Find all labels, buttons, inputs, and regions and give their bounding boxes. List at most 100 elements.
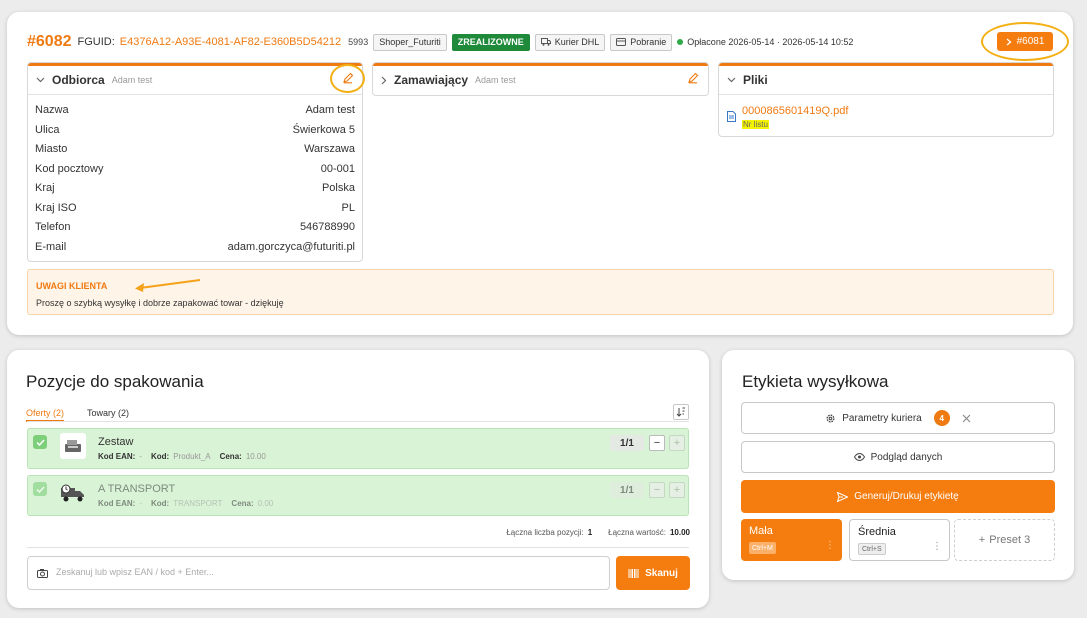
edit-recipient-icon[interactable]	[342, 72, 354, 84]
fguid-value[interactable]: E4376A12-A93E-4081-AF82-E360B5D54212	[120, 36, 341, 48]
panel-accent-bar	[373, 63, 708, 66]
files-panel: Pliki 0000865601419Q.pdf Nr listu	[718, 62, 1054, 137]
scan-button[interactable]: Skanuj	[616, 556, 690, 590]
more-vertical-icon[interactable]: ⋮	[825, 541, 835, 551]
packing-title: Pozycje do spakowania	[26, 372, 204, 391]
file-link[interactable]: 0000865601419Q.pdf	[742, 105, 848, 117]
recipient-field-row: Kod pocztowy 00-001	[35, 163, 355, 177]
close-icon[interactable]	[962, 414, 971, 423]
preset-medium[interactable]: Średnia Ctrl+S ⋮	[849, 519, 950, 561]
shipping-label-card: Etykieta wysyłkowa Parametry kuriera 4 P…	[722, 350, 1074, 580]
courier-params-label: Parametry kuriera	[842, 412, 922, 424]
gear-icon	[826, 414, 835, 422]
tab-offers[interactable]: Oferty (2)	[26, 408, 64, 418]
field-label: Nazwa	[35, 104, 69, 116]
code-label: Kod:	[151, 499, 170, 508]
check-icon	[35, 485, 45, 493]
chevron-right-icon	[1006, 38, 1012, 45]
preset-add[interactable]: + Preset 3	[954, 519, 1055, 561]
plus-icon: +	[978, 534, 986, 546]
preview-data-label: Podgląd danych	[870, 451, 943, 463]
wallet-icon	[616, 38, 627, 46]
check-icon	[35, 438, 45, 446]
recipient-field-row: E-mail adam.gorczyca@futuriti.pl	[35, 241, 355, 255]
decrement-button[interactable]: −	[649, 482, 665, 498]
panel-accent-bar	[28, 63, 362, 66]
scan-input[interactable]: Zeskanuj lub wpisz EAN / kod + Enter...	[27, 556, 610, 590]
increment-button[interactable]: +	[669, 482, 685, 498]
recipient-title: Odbiorca	[52, 73, 105, 87]
edit-orderer-icon[interactable]	[687, 72, 699, 84]
eye-icon	[853, 453, 865, 461]
generate-label-text: Generuj/Drukuj etykietę	[854, 491, 959, 502]
field-value: Świerkowa 5	[292, 123, 355, 136]
orderer-header[interactable]: Zamawiający Adam test	[381, 73, 516, 87]
field-value: adam.gorczyca@futuriti.pl	[227, 240, 355, 253]
total-value: 10.00	[669, 528, 690, 537]
decrement-button[interactable]: −	[649, 435, 665, 451]
packing-card: Pozycje do spakowania Oferty (2) Towary …	[7, 350, 709, 608]
courier-params-button[interactable]: Parametry kuriera 4	[741, 402, 1055, 434]
list-item: A TRANSPORT Kod EAN: - Kod: TRANSPORT Cena…	[27, 475, 689, 516]
field-label: Kod pocztowy	[35, 162, 104, 175]
orderer-panel: Zamawiający Adam test	[372, 62, 709, 96]
recipient-header[interactable]: Odbiorca Adam test	[36, 73, 152, 87]
chevron-down-icon	[727, 77, 736, 83]
barcode-icon	[628, 568, 639, 578]
item-checkbox[interactable]	[33, 435, 47, 449]
recipient-field-row: Telefon 546788990	[35, 221, 355, 235]
tab-products[interactable]: Towary (2)	[87, 408, 129, 418]
file-tag: Nr listu	[742, 120, 769, 129]
more-vertical-icon[interactable]: ⋮	[932, 542, 942, 552]
scan-button-label: Skanuj	[645, 567, 678, 579]
field-value: PL	[341, 201, 355, 214]
price-value: 10.00	[245, 452, 266, 461]
notes-text: Proszę o szybką wysyłkę i dobrze zapakow…	[36, 298, 284, 308]
status-badge: ZREALIZOWNE	[451, 33, 530, 51]
sort-icon	[676, 407, 685, 417]
payment-chip: Pobranie	[610, 33, 673, 51]
generate-label-button[interactable]: Generuj/Drukuj etykietę	[741, 480, 1055, 513]
sort-button[interactable]	[673, 404, 689, 420]
recipient-panel: Odbiorca Adam test Nazwa Adam test Ulica Św…	[27, 62, 365, 262]
panel-divider	[28, 94, 362, 95]
field-label: Kraj ISO	[35, 201, 77, 214]
item-name: A TRANSPORT	[98, 483, 176, 495]
code-value: Produkt_A	[173, 452, 211, 461]
preset-small[interactable]: Mała Ctrl+M ⋮	[741, 519, 842, 561]
paid-status-dot	[677, 39, 684, 45]
files-title: Pliki	[743, 73, 768, 87]
arrow-annotation-icon	[135, 279, 201, 292]
item-name: Zestaw	[98, 436, 134, 448]
preset-shortcut: Ctrl+S	[858, 543, 886, 555]
ean-label: Kod EAN:	[98, 499, 136, 508]
send-icon	[837, 491, 849, 502]
total-value-label: Łączna wartość:	[608, 528, 666, 537]
shipping-label-title: Etykieta wysyłkowa	[742, 372, 889, 391]
item-checkbox[interactable]	[33, 482, 47, 496]
field-value: 00-001	[320, 162, 355, 175]
code-value: TRANSPORT	[173, 499, 223, 508]
total-items-label: Łączna liczba pozycji:	[506, 528, 584, 537]
files-header[interactable]: Pliki	[727, 73, 768, 87]
field-value: Adam test	[305, 104, 355, 116]
tabs-divider	[27, 421, 689, 422]
recipient-field-row: Ulica Świerkowa 5	[35, 124, 355, 138]
preset-name: Mała	[749, 525, 773, 537]
recipient-field-row: Miasto Warszawa	[35, 143, 355, 157]
fguid-label: FGUID:	[77, 36, 115, 48]
list-item: Zestaw Kod EAN: - Kod: Produkt_A Cena: 10.0…	[27, 428, 689, 469]
ean-value: -	[139, 499, 142, 508]
field-value: 546788990	[299, 221, 355, 233]
increment-button[interactable]: +	[669, 435, 685, 451]
field-label: E-mail	[35, 240, 67, 253]
next-order-button[interactable]: #6081	[997, 32, 1053, 51]
panel-divider	[719, 94, 1053, 95]
shop-chip: Shoper_Futuriti	[373, 33, 447, 51]
item-count: 1/1	[610, 482, 644, 498]
preview-data-button[interactable]: Podgląd danych	[741, 441, 1055, 473]
courier-name: Kurier DHL	[554, 37, 600, 47]
recipient-field-row: Kraj ISO PL	[35, 202, 355, 216]
status-text: ZREALIZOWNE	[457, 37, 524, 47]
summary-divider	[27, 547, 689, 548]
